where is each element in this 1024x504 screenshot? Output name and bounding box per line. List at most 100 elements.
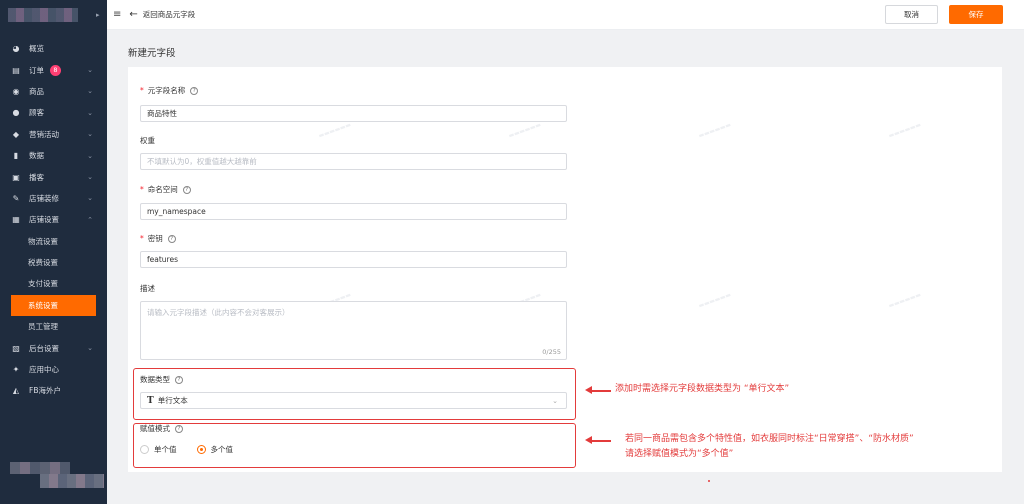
required-mark: * <box>140 185 144 194</box>
watermark: ▬▬▬▬▬▬ <box>697 121 733 140</box>
podcast-icon: ▣ <box>12 172 20 182</box>
watermark: ▬▬▬▬▬▬ <box>317 121 353 140</box>
sidebar-item-podcast[interactable]: ▣ 播客 ⌄ <box>0 166 107 187</box>
sidebar-item-label: 店铺装修 <box>29 193 59 203</box>
sidebar-item-label: FB海外户 <box>29 386 61 396</box>
store-switcher[interactable]: ▸ <box>0 0 107 30</box>
weight-label-text: 权重 <box>140 136 155 145</box>
required-mark: * <box>140 234 144 243</box>
annotation-arrow <box>585 387 611 393</box>
blurred-avatar <box>10 462 70 474</box>
sidebar-item-label: 订单 <box>29 65 44 75</box>
sidebar-subitem-system[interactable]: 系统设置 <box>11 294 96 317</box>
chart-icon: ▮ <box>13 151 19 161</box>
name-label-text: 元字段名称 <box>147 86 186 95</box>
namespace-input[interactable]: my_namespace <box>140 203 567 220</box>
caret-right-icon: ▸ <box>96 11 100 19</box>
sidebar-item-label: 店铺设置 <box>29 215 59 225</box>
watermark: ▬▬▬▬▬▬ <box>697 291 733 310</box>
chevron-down-icon: ⌄ <box>87 194 93 203</box>
help-icon[interactable]: ? <box>182 185 191 194</box>
sidebar-item-products[interactable]: ◉ 商品 ⌄ <box>0 81 107 102</box>
key-label-text: 密钥 <box>147 234 163 243</box>
store-logo <box>8 8 78 22</box>
customer-icon: ● <box>12 108 20 118</box>
annotation-mode-line2: 请选择赋值模式为“多个值” <box>625 449 734 459</box>
sidebar-subitem-tax[interactable]: 税费设置 <box>0 252 107 273</box>
key-label: * 密钥 ? <box>140 233 176 244</box>
namespace-label: * 命名空间 ? <box>140 184 191 195</box>
watermark: ▬▬▬▬▬▬ <box>507 121 543 140</box>
name-label: * 元字段名称 ? <box>140 85 199 96</box>
namespace-label-text: 命名空间 <box>147 185 178 194</box>
blurred-username <box>40 474 104 488</box>
chevron-down-icon: ⌄ <box>87 108 93 117</box>
sidebar-item-label: 播客 <box>29 172 44 182</box>
page-title: 新建元字段 <box>128 48 176 59</box>
sidebar-item-label: 营销活动 <box>29 129 59 139</box>
chevron-down-icon: ⌄ <box>87 151 93 160</box>
user-profile[interactable] <box>0 462 107 492</box>
dashboard-icon: ◕ <box>12 44 20 54</box>
sidebar-item-label: 数据 <box>29 151 44 161</box>
sidebar-item-customers[interactable]: ● 顾客 ⌄ <box>0 102 107 123</box>
chevron-down-icon: ⌄ <box>87 173 93 182</box>
back-label: 返回商品元字段 <box>142 10 196 19</box>
key-input[interactable]: features <box>140 251 567 268</box>
settings-icon: ▧ <box>12 343 20 353</box>
annotation-mode-line1: 若同一商品需包含多个特性值，如衣服同时标注“日常穿搭”、“防水材质” <box>625 434 914 444</box>
highlight-data-type <box>133 368 576 420</box>
sidebar-item-fb-ads[interactable]: ◭ FB海外户 <box>0 380 107 401</box>
chevron-up-icon: ⌃ <box>87 215 93 224</box>
top-bar: ≡ ← 返回商品元字段 取消 保存 <box>107 0 1024 30</box>
sidebar-subitem-logistics[interactable]: 物流设置 <box>0 231 107 252</box>
back-link[interactable]: ← 返回商品元字段 <box>129 9 195 20</box>
weight-label: 权重 <box>140 135 155 146</box>
arrow-left-icon: ← <box>129 9 138 20</box>
sidebar: ▸ ◕ 概览 ▤ 订单 8 ⌄ ◉ 商品 ⌄ ● 顾客 ⌄ ◆ 营销活动 ⌄ ▮ <box>0 0 107 504</box>
tag-icon: ◆ <box>12 129 20 139</box>
order-count-badge: 8 <box>50 64 61 76</box>
sidebar-item-admin-settings[interactable]: ▧ 后台设置 ⌄ <box>0 337 107 358</box>
watermark: ▬▬▬▬▬▬ <box>887 121 923 140</box>
sidebar-item-store-settings[interactable]: ▦ 店铺设置 ⌃ <box>0 209 107 230</box>
chevron-down-icon: ⌄ <box>87 66 93 75</box>
help-icon[interactable]: ? <box>167 234 176 243</box>
sidebar-item-label: 概览 <box>29 44 44 54</box>
sidebar-item-overview[interactable]: ◕ 概览 <box>0 38 107 59</box>
stray-dot <box>708 480 710 482</box>
order-icon: ▤ <box>12 65 20 75</box>
name-input[interactable]: 商品特性 <box>140 105 567 122</box>
chevron-down-icon: ⌄ <box>87 87 93 96</box>
brush-icon: ✎ <box>12 193 20 203</box>
sidebar-subitem-payment[interactable]: 支付设置 <box>0 273 107 294</box>
sidebar-item-decoration[interactable]: ✎ 店铺装修 ⌄ <box>0 188 107 209</box>
sidebar-item-label: 顾客 <box>29 108 44 118</box>
sidebar-item-label: 后台设置 <box>29 343 59 353</box>
menu-icon[interactable]: ≡ <box>113 9 121 20</box>
required-mark: * <box>140 86 144 95</box>
sidebar-item-orders[interactable]: ▤ 订单 8 ⌄ <box>0 59 107 80</box>
sidebar-item-label: 应用中心 <box>29 365 59 375</box>
weight-input[interactable]: 不填默认为0，权重值越大越靠前 <box>140 153 567 170</box>
ad-icon: ◭ <box>12 386 20 396</box>
char-counter: 0/255 <box>542 348 561 356</box>
store-icon: ▦ <box>12 215 20 225</box>
desc-placeholder: 请输入元字段描述（此内容不会对客展示） <box>147 308 290 317</box>
help-icon[interactable]: ? <box>190 86 199 95</box>
annotation-arrow <box>585 437 611 443</box>
sidebar-item-app-center[interactable]: ✦ 应用中心 <box>0 359 107 380</box>
description-textarea[interactable]: 请输入元字段描述（此内容不会对客展示） 0/255 <box>140 301 567 360</box>
watermark: ▬▬▬▬▬▬ <box>887 291 923 310</box>
desc-label: 描述 <box>140 283 155 294</box>
sidebar-item-marketing[interactable]: ◆ 营销活动 ⌄ <box>0 124 107 145</box>
chevron-down-icon: ⌄ <box>87 130 93 139</box>
sidebar-subitem-staff[interactable]: 员工管理 <box>0 316 107 337</box>
save-button[interactable]: 保存 <box>949 5 1003 24</box>
product-icon: ◉ <box>12 86 20 96</box>
sidebar-nav: ◕ 概览 ▤ 订单 8 ⌄ ◉ 商品 ⌄ ● 顾客 ⌄ ◆ 营销活动 ⌄ ▮ 数… <box>0 38 107 402</box>
sidebar-item-data[interactable]: ▮ 数据 ⌄ <box>0 145 107 166</box>
sidebar-item-label: 商品 <box>29 86 44 96</box>
cancel-button[interactable]: 取消 <box>885 5 938 24</box>
desc-label-text: 描述 <box>140 284 155 293</box>
